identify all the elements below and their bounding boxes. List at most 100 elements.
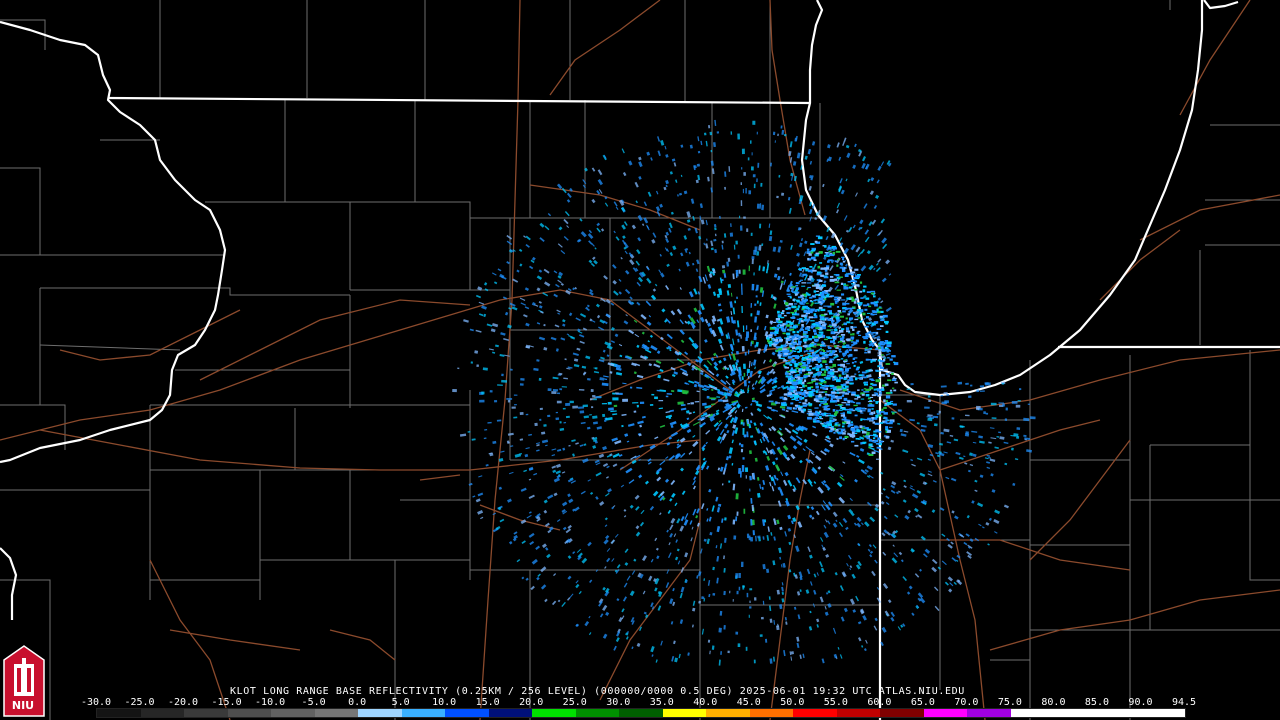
- radar-echo: [877, 431, 882, 433]
- radar-echo: [771, 327, 777, 329]
- radar-echo: [864, 427, 869, 429]
- radar-echo: [841, 402, 847, 404]
- radar-echo: [768, 400, 774, 403]
- radar-echo: [709, 397, 717, 400]
- radar-echo: [812, 285, 816, 287]
- radar-echo: [757, 162, 760, 168]
- scale-label: 85.0: [1084, 697, 1109, 708]
- radar-echo: [745, 331, 750, 338]
- radar-echo: [813, 290, 817, 293]
- radar-echo: [738, 467, 741, 474]
- radar-echo: [727, 257, 731, 262]
- radar-echo: [823, 396, 827, 398]
- radar-echo: [753, 272, 755, 276]
- radar-echo: [860, 418, 863, 421]
- scale-label: 60.0: [867, 697, 892, 708]
- radar-echo: [775, 337, 781, 340]
- radar-echo: [866, 438, 871, 440]
- radar-echo: [851, 341, 854, 343]
- radar-echo: [718, 399, 723, 402]
- radar-echo: [822, 355, 827, 357]
- radar-echo: [797, 351, 801, 353]
- radar-echo: [801, 314, 806, 318]
- radar-echo: [740, 421, 743, 425]
- radar-echo: [846, 344, 850, 347]
- radar-echo: [851, 440, 855, 443]
- radar-echo: [796, 287, 799, 290]
- radar-echo: [803, 273, 807, 276]
- radar-echo: [851, 298, 854, 301]
- radar-echo: [718, 627, 722, 633]
- radar-echo: [876, 458, 880, 460]
- radar-echo: [877, 352, 882, 354]
- scale-color-swatch: [488, 709, 533, 717]
- radar-echo: [838, 376, 844, 380]
- radar-echo: [825, 363, 828, 365]
- radar-echo: [701, 596, 705, 600]
- radar-echo: [781, 192, 785, 196]
- radar-echo: [849, 377, 853, 380]
- radar-echo: [879, 440, 883, 443]
- radar-echo: [519, 412, 524, 415]
- radar-echo: [826, 350, 831, 352]
- radar-echo: [756, 178, 758, 183]
- radar-echo: [871, 408, 874, 410]
- radar-echo: [850, 326, 853, 329]
- radar-echo: [848, 265, 852, 268]
- radar-echo: [812, 335, 815, 339]
- radar-echo: [815, 368, 820, 371]
- radar-echo: [885, 426, 888, 429]
- radar-echo: [735, 573, 739, 579]
- radar-echo: [750, 313, 753, 317]
- radar-echo: [810, 300, 814, 303]
- radar-echo: [551, 391, 557, 394]
- radar-echo: [813, 329, 817, 333]
- radar-echo: [927, 395, 931, 398]
- radar-echo: [867, 350, 871, 354]
- radar-echo: [829, 366, 834, 368]
- radar-echo: [782, 348, 787, 351]
- radar-echo: [792, 359, 795, 361]
- radar-echo: [753, 336, 757, 341]
- radar-echo: [743, 380, 747, 387]
- radar-echo: [815, 325, 820, 327]
- radar-echo: [970, 384, 973, 387]
- radar-echo: [868, 453, 874, 456]
- radar-echo: [816, 389, 820, 391]
- radar-echo: [841, 328, 845, 330]
- radar-echo: [751, 256, 755, 260]
- radar-echo: [756, 300, 759, 304]
- radar-echo: [788, 373, 791, 375]
- radar-echo: [805, 268, 808, 272]
- radar-echo: [746, 228, 749, 232]
- radar-echo: [840, 282, 844, 285]
- radar-echo: [774, 333, 777, 336]
- radar-echo: [590, 398, 593, 401]
- radar-echo: [834, 302, 838, 304]
- reflectivity-color-scale: [96, 708, 1186, 718]
- radar-echo: [862, 431, 867, 434]
- scale-label: 75.0: [997, 697, 1022, 708]
- radar-echo: [787, 355, 793, 359]
- radar-echo: [871, 394, 876, 397]
- radar-echo: [835, 316, 840, 320]
- radar-echo: [696, 163, 701, 167]
- radar-echo: [885, 322, 889, 325]
- radar-echo: [741, 561, 744, 567]
- radar-echo: [819, 351, 823, 355]
- radar-echo: [649, 404, 654, 406]
- radar-echo: [869, 340, 872, 343]
- radar-echo: [840, 358, 844, 360]
- radar-echo: [837, 428, 843, 430]
- radar-echo: [875, 402, 878, 405]
- radar-echo: [494, 400, 498, 403]
- radar-echo: [789, 326, 793, 329]
- radar-echo: [870, 404, 873, 407]
- radar-echo: [877, 377, 881, 379]
- radar-echo: [815, 321, 820, 325]
- radar-echo: [933, 423, 938, 427]
- radar-echo: [782, 332, 786, 335]
- radar-echo: [819, 325, 822, 328]
- radar-echo: [814, 309, 817, 312]
- radar-echo: [783, 401, 787, 404]
